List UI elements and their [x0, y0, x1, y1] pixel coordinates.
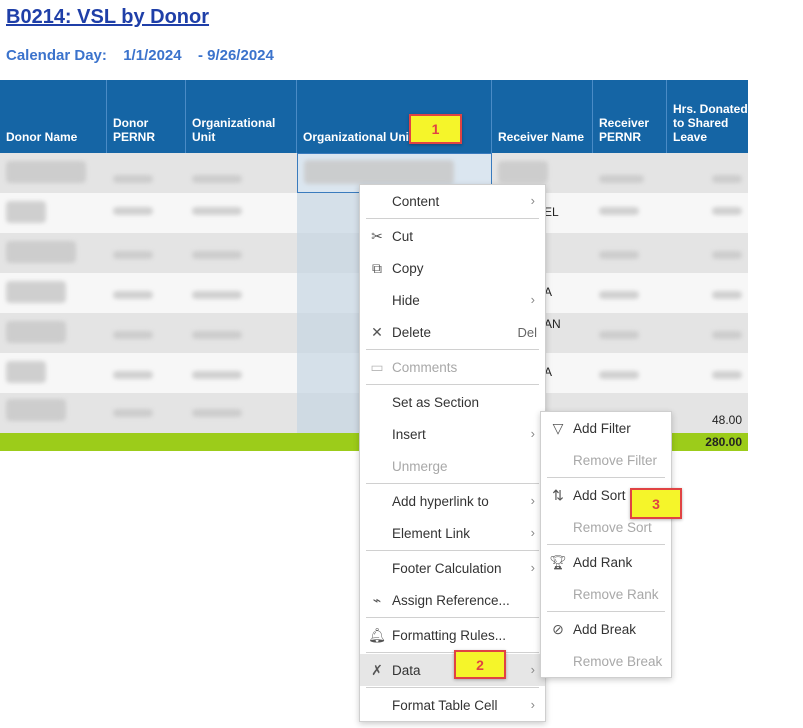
trophy-icon: 🏆︎: [549, 553, 567, 570]
menu-item-add-rank[interactable]: 🏆︎ Add Rank: [541, 546, 671, 578]
menu-item-formatting-rules[interactable]: 🔔︎ Formatting Rules...: [360, 619, 545, 651]
menu-separator: [547, 477, 665, 478]
header-org-unit-desc[interactable]: Organizational Unit Desc: [297, 80, 492, 153]
copy-icon: ⧉: [372, 259, 382, 276]
calendar-label: Calendar Day:: [6, 47, 107, 64]
menu-item-add-break[interactable]: ⊘ Add Break: [541, 613, 671, 645]
header-receiver-name[interactable]: Receiver Name: [492, 80, 593, 153]
menu-separator: [366, 218, 539, 219]
menu-item-copy[interactable]: ⧉ Copy: [360, 252, 545, 284]
sort-icon: ⇅: [552, 486, 564, 503]
comment-icon: ▭: [370, 358, 384, 375]
menu-item-add-hyperlink[interactable]: Add hyperlink to ›: [360, 485, 545, 517]
header-donor-name[interactable]: Donor Name: [0, 80, 107, 153]
menu-item-remove-break: Remove Break: [573, 653, 663, 669]
menu-item-unmerge: Unmerge: [392, 458, 448, 474]
menu-item-cut[interactable]: ✂ Cut: [360, 220, 545, 252]
callout-step-1: 1: [409, 114, 462, 144]
menu-item-delete[interactable]: ✕ Delete Del: [360, 316, 545, 348]
callout-step-3: 3: [630, 488, 682, 519]
menu-item-hide[interactable]: Hide ›: [360, 284, 545, 316]
menu-item-data[interactable]: ✗ Data ›: [360, 654, 545, 686]
menu-item-add-filter[interactable]: ▽ Add Filter: [541, 412, 671, 444]
menu-separator: [366, 687, 539, 688]
menu-separator: [366, 384, 539, 385]
menu-item-footer-calculation[interactable]: Footer Calculation ›: [360, 552, 545, 584]
tools-icon: ✗: [371, 661, 383, 678]
menu-separator: [366, 483, 539, 484]
menu-item-insert[interactable]: Insert ›: [360, 418, 545, 450]
chevron-right-icon: ›: [530, 560, 535, 575]
filter-icon: ▽: [552, 419, 564, 436]
menu-item-comments: ▭ Comments: [370, 358, 458, 375]
close-icon: ✕: [371, 323, 383, 340]
date-end: - 9/26/2024: [197, 47, 274, 64]
context-menu: Content › ✂ Cut ⧉ Copy Hide › ✕ Delete D…: [359, 184, 546, 722]
chevron-right-icon: ›: [530, 493, 535, 508]
menu-item-remove-filter: Remove Filter: [573, 452, 658, 468]
menu-item-element-link[interactable]: Element Link ›: [360, 517, 545, 549]
chevron-right-icon: ›: [530, 662, 535, 677]
bell-icon: 🔔︎: [368, 626, 386, 643]
menu-separator: [547, 544, 665, 545]
shortcut-del: Del: [517, 325, 537, 340]
chevron-right-icon: ›: [530, 426, 535, 441]
date-start: 1/1/2024: [123, 47, 182, 64]
menu-separator: [547, 611, 665, 612]
menu-separator: [366, 550, 539, 551]
calendar-day-filter: Calendar Day: 1/1/2024 - 9/26/2024: [6, 47, 274, 64]
header-donor-pernr[interactable]: Donor PERNR: [107, 80, 186, 153]
chevron-right-icon: ›: [530, 193, 535, 208]
header-org-unit[interactable]: Organizational Unit: [186, 80, 297, 153]
chevron-right-icon: ›: [530, 525, 535, 540]
menu-item-content[interactable]: Content ›: [360, 185, 545, 217]
menu-item-format-table-cell[interactable]: Format Table Cell ›: [360, 689, 545, 721]
table-header: Donor Name Donor PERNR Organizational Un…: [0, 80, 748, 153]
menu-item-set-as-section[interactable]: Set as Section: [360, 386, 545, 418]
header-hrs-donated[interactable]: Hrs. Donated to Shared Leave: [667, 80, 748, 153]
chevron-right-icon: ›: [530, 292, 535, 307]
menu-separator: [366, 349, 539, 350]
scissors-icon: ✂: [371, 227, 383, 244]
footer-total: 280.00: [705, 435, 742, 449]
break-icon: ⊘: [552, 620, 564, 637]
header-receiver-pernr[interactable]: Receiver PERNR: [593, 80, 667, 153]
data-submenu: ▽ Add Filter Remove Filter ⇅ Add Sort Re…: [540, 411, 672, 678]
link-icon: ⌁: [372, 591, 382, 608]
menu-item-remove-rank: Remove Rank: [573, 586, 659, 602]
menu-separator: [366, 617, 539, 618]
menu-separator: [366, 652, 539, 653]
menu-item-assign-reference[interactable]: ⌁ Assign Reference...: [360, 584, 545, 616]
receiver-name-fragment: EL: [544, 205, 559, 219]
chevron-right-icon: ›: [530, 697, 535, 712]
report-title[interactable]: B0214: VSL by Donor: [6, 6, 209, 29]
receiver-name-fragment: AN: [544, 317, 561, 331]
callout-step-2: 2: [454, 650, 506, 679]
hrs-donated-value: 48.00: [711, 413, 742, 427]
